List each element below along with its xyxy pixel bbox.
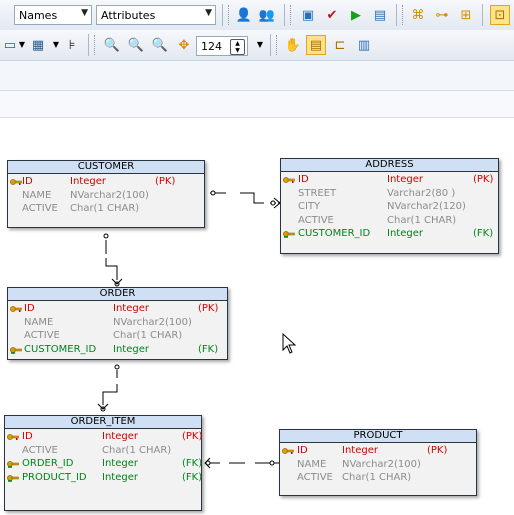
attribute-type: Integer <box>102 458 138 469</box>
attribute-name: CITY <box>298 201 321 212</box>
attribute-key: (PK) <box>198 303 219 314</box>
attribute-row[interactable]: ACTIVE Char(1 CHAR) <box>281 215 498 228</box>
attribute-name: NAME <box>24 316 54 328</box>
attribute-row[interactable]: ID Integer (PK) <box>8 176 204 189</box>
entity-title: CUSTOMER <box>8 161 204 174</box>
foreign-key-icon <box>7 461 19 468</box>
attribute-row[interactable]: PRODUCT_ID Integer (FK) <box>5 471 203 485</box>
attribute-key: (FK) <box>182 458 203 469</box>
attribute-name: CUSTOMER_ID <box>24 343 97 355</box>
attribute-name: ID <box>24 303 35 314</box>
attribute-row[interactable]: ID Integer (PK) <box>280 445 476 458</box>
attribute-name: ID <box>297 445 308 456</box>
attribute-type: Integer <box>102 471 138 483</box>
attribute-type: NVarchar2(100) <box>70 189 149 201</box>
attribute-key: (PK) <box>473 174 494 185</box>
attribute-row[interactable]: NAME NVarchar2(100) <box>8 317 227 330</box>
relationship-endpoint <box>270 200 276 206</box>
relationship-endpoint <box>210 190 216 196</box>
attribute-row[interactable]: ACTIVE Char(1 CHAR) <box>8 330 227 343</box>
attribute-type: NVarchar2(120) <box>387 201 466 212</box>
attribute-type: Varchar2(80 ) <box>387 187 456 199</box>
primary-key-icon <box>10 179 22 185</box>
attribute-name: ACTIVE <box>22 444 58 456</box>
attribute-type: NVarchar2(100) <box>342 458 421 470</box>
attribute-type: NVarchar2(100) <box>113 316 192 328</box>
attribute-type: Char(1 CHAR) <box>387 214 457 226</box>
foreign-key-icon <box>283 231 295 238</box>
relationship-endpoint <box>269 460 275 466</box>
attribute-name: ACTIVE <box>297 472 333 483</box>
attribute-row[interactable]: ID Integer (PK) <box>8 303 227 316</box>
entity-title: ADDRESS <box>281 159 498 172</box>
entity-address[interactable]: ADDRESS ID Integer (PK) STREET Varchar2(80 )… <box>280 158 499 254</box>
primary-key-icon <box>282 448 294 454</box>
attribute-row[interactable]: ORDER_ID Integer (FK) <box>5 458 203 471</box>
entity-product[interactable]: PRODUCT ID Integer (PK) NAME NVarchar2(100) A… <box>279 429 477 496</box>
attribute-name: CUSTOMER_ID <box>298 228 371 239</box>
attribute-type: Char(1 CHAR) <box>102 444 172 456</box>
attribute-name: PRODUCT_ID <box>22 471 87 483</box>
attribute-row[interactable]: NAME NVarchar2(100) <box>280 459 476 472</box>
attribute-name: ID <box>22 176 33 187</box>
attribute-name: ID <box>22 431 33 442</box>
mouse-cursor-icon <box>282 332 297 354</box>
attribute-key: (FK) <box>198 343 219 355</box>
attribute-row[interactable]: ID Integer (PK) <box>5 431 203 444</box>
attribute-key: (PK) <box>427 445 448 456</box>
attribute-type: Integer <box>342 445 378 456</box>
entity-order[interactable]: ORDER ID Integer (PK) NAME NVarchar2(100) ACT… <box>7 287 228 360</box>
attribute-key: (FK) <box>182 471 203 483</box>
attribute-row[interactable]: ACTIVE Char(1 CHAR) <box>5 445 201 458</box>
attribute-type: Integer <box>70 176 106 187</box>
attribute-name: ORDER_ID <box>22 458 74 469</box>
attribute-row[interactable]: CUSTOMER_ID Integer (FK) <box>8 344 227 357</box>
primary-key-icon <box>283 177 295 183</box>
attribute-row[interactable]: CUSTOMER_ID Integer (FK) <box>281 228 498 241</box>
foreign-key-icon <box>7 474 19 482</box>
relationship-line <box>102 384 118 405</box>
attribute-type: Char(1 CHAR) <box>70 203 140 214</box>
attribute-name: ACTIVE <box>22 203 58 214</box>
relationship-endpoint <box>114 364 120 370</box>
attribute-type: Char(1 CHAR) <box>113 330 183 341</box>
entity-order-item[interactable]: ORDER_ITEM ID Integer (PK) ACTIVE Char(1 CHA… <box>4 415 202 511</box>
attribute-type: Integer <box>113 303 149 314</box>
attribute-key: (PK) <box>155 176 176 187</box>
relationship-endpoint <box>103 233 109 239</box>
relationship-line <box>240 192 264 204</box>
attribute-type: Char(1 CHAR) <box>342 472 412 483</box>
attribute-name: ACTIVE <box>24 330 60 341</box>
relationship-line <box>105 258 118 280</box>
attribute-type: Integer <box>387 228 423 239</box>
attribute-row[interactable]: ACTIVE Char(1 CHAR) <box>8 203 204 216</box>
attribute-row[interactable]: NAME NVarchar2(100) <box>8 190 204 203</box>
attribute-key: (PK) <box>182 431 203 442</box>
entity-customer[interactable]: CUSTOMER ID Integer (PK) NAME NVarchar2(100)… <box>7 160 205 228</box>
attribute-row[interactable]: ACTIVE Char(1 CHAR) <box>280 472 476 485</box>
foreign-key-icon <box>10 346 22 354</box>
attribute-type: Integer <box>102 431 138 442</box>
attribute-name: STREET <box>298 187 337 199</box>
attribute-name: NAME <box>22 189 52 201</box>
primary-key-icon <box>7 434 19 440</box>
entity-title: ORDER_ITEM <box>5 416 201 429</box>
attribute-key: (FK) <box>473 228 494 239</box>
attribute-name: ACTIVE <box>298 214 334 226</box>
attribute-type: Integer <box>113 343 149 355</box>
attribute-type: Integer <box>387 174 423 185</box>
attribute-row[interactable]: STREET Varchar2(80 ) <box>281 188 498 201</box>
entity-title: ORDER <box>8 288 227 301</box>
attribute-name: NAME <box>297 458 327 470</box>
primary-key-icon <box>10 306 22 312</box>
attribute-name: ID <box>298 174 309 185</box>
attribute-row[interactable]: ID Integer (PK) <box>281 174 498 187</box>
entity-title: PRODUCT <box>280 430 476 443</box>
attribute-row[interactable]: CITY NVarchar2(120) <box>281 201 498 214</box>
